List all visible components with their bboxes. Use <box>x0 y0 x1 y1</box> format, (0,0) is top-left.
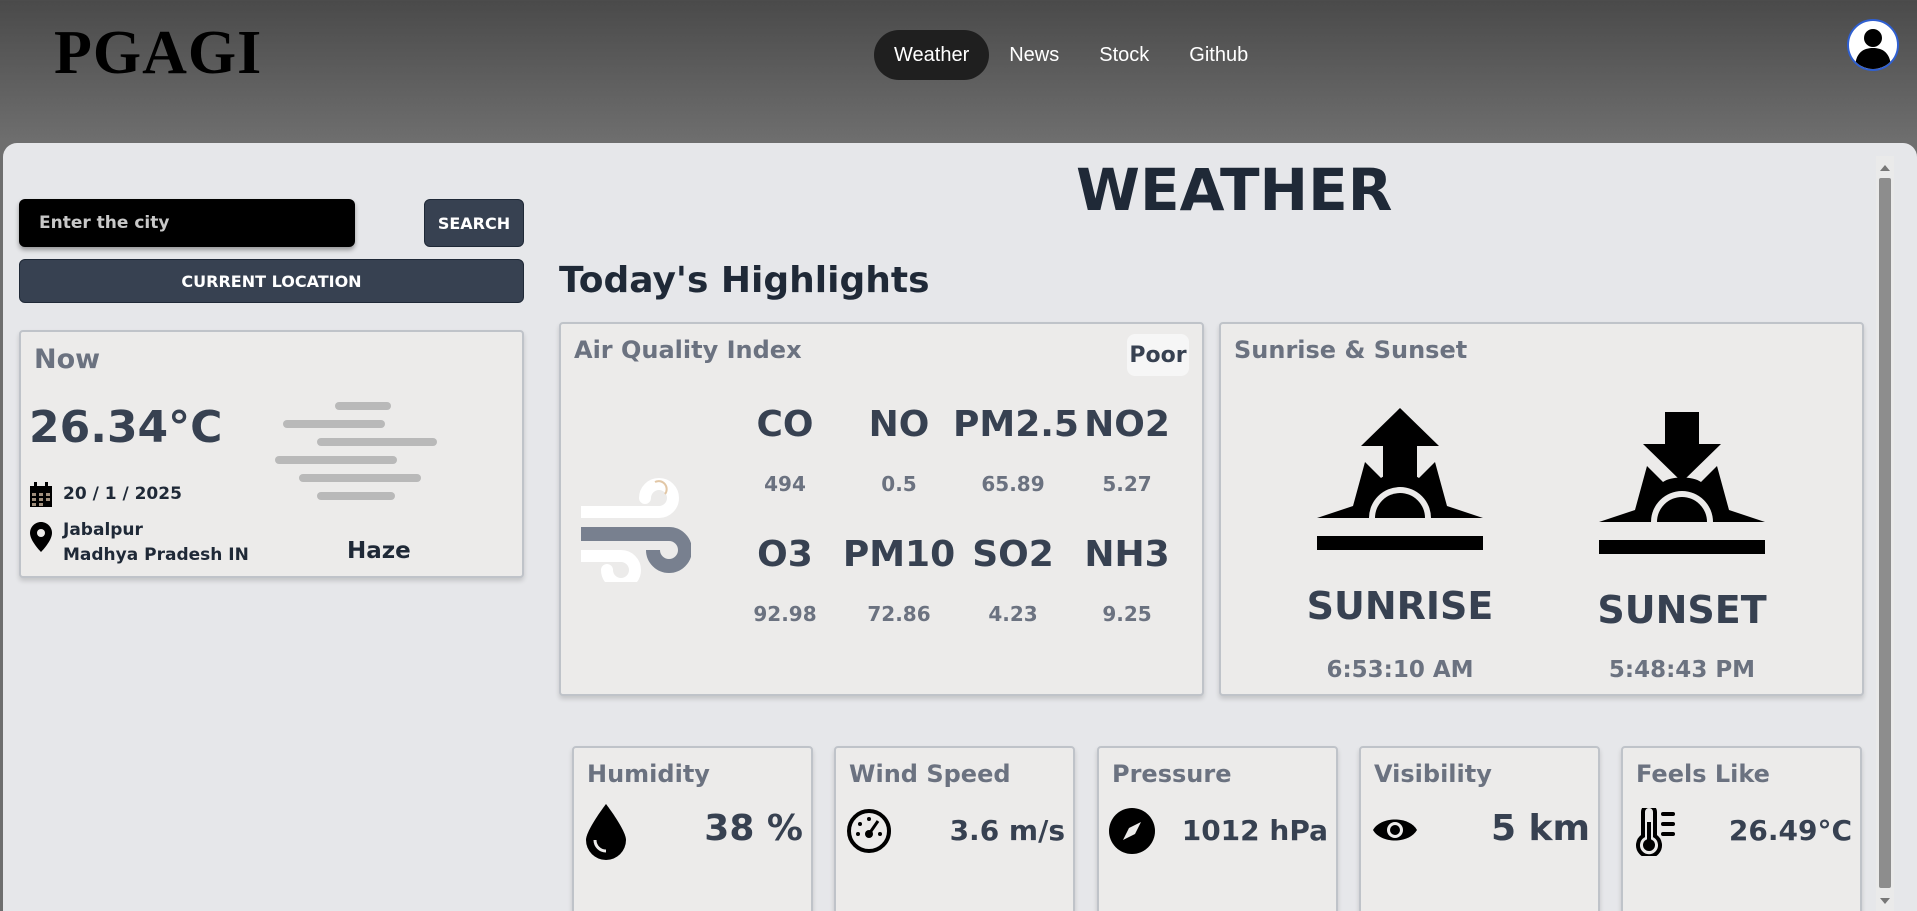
page-title: WEATHER <box>1076 156 1393 224</box>
visibility-card: Visibility 5 km <box>1359 746 1600 911</box>
location-text: Jabalpur Madhya Pradesh IN <box>63 518 249 568</box>
pollutant-co-name: CO <box>756 404 814 445</box>
wind-speed-card: Wind Speed 3.6 m/s <box>834 746 1075 911</box>
current-temperature: 26.34°C <box>29 402 223 453</box>
sunrise-icon <box>1317 408 1483 556</box>
pollutant-so2-value: 4.23 <box>988 602 1038 626</box>
vertical-scrollbar[interactable] <box>1876 156 1894 911</box>
visibility-title: Visibility <box>1374 760 1492 788</box>
feels-like-value: 26.49°C <box>1728 814 1852 847</box>
scroll-up-arrow-icon[interactable] <box>1880 165 1890 171</box>
visibility-value: 5 km <box>1490 808 1590 849</box>
wind-icon <box>575 472 692 590</box>
pollutant-pm10-value: 72.86 <box>867 602 931 626</box>
air-quality-card: Air Quality Index Poor CO NO PM2.5 NO2 4… <box>559 322 1204 696</box>
nav-news[interactable]: News <box>989 30 1079 80</box>
nav-stock[interactable]: Stock <box>1079 30 1169 80</box>
pollutant-nh3-value: 9.25 <box>1102 602 1152 626</box>
current-location-button[interactable]: CURRENT LOCATION <box>19 259 524 303</box>
city-name: Jabalpur <box>63 520 143 540</box>
eye-icon <box>1373 814 1417 850</box>
now-card: Now 26.34°C 20 / 1 / 2025 Jabalpur Madhy… <box>19 330 524 578</box>
aqi-title: Air Quality Index <box>574 336 802 364</box>
thermometer-icon <box>1635 804 1681 860</box>
sun-card-title: Sunrise & Sunset <box>1234 336 1468 364</box>
sunset-time: 5:48:43 PM <box>1608 657 1756 683</box>
pollutant-pm10-name: PM10 <box>842 534 956 575</box>
pollutant-so2-name: SO2 <box>972 534 1054 575</box>
user-avatar-icon[interactable] <box>1847 19 1899 71</box>
droplet-icon <box>586 804 626 864</box>
feels-like-title: Feels Like <box>1636 760 1770 788</box>
compass-icon <box>1109 808 1155 858</box>
gauge-icon <box>846 808 892 858</box>
location-pin-icon <box>30 522 52 556</box>
pressure-card: Pressure 1012 hPa <box>1097 746 1338 911</box>
main-nav: Weather News Stock Github <box>874 30 1268 80</box>
city-search-input[interactable] <box>19 199 355 247</box>
pressure-title: Pressure <box>1112 760 1232 788</box>
pollutant-nh3-name: NH3 <box>1084 534 1170 575</box>
pollutant-co-value: 494 <box>764 472 806 496</box>
now-title: Now <box>34 344 101 375</box>
calendar-icon <box>29 482 53 512</box>
sunrise-time: 6:53:10 AM <box>1326 657 1474 683</box>
current-date: 20 / 1 / 2025 <box>63 484 182 504</box>
region-name: Madhya Pradesh IN <box>63 545 249 565</box>
pollutant-no-name: NO <box>868 404 930 445</box>
feels-like-card: Feels Like 26.49°C <box>1621 746 1862 911</box>
scrollbar-thumb[interactable] <box>1879 178 1891 888</box>
pollutant-no-value: 0.5 <box>881 472 917 496</box>
haze-icon <box>275 402 445 512</box>
pollutant-o3-name: O3 <box>757 534 813 575</box>
scroll-down-arrow-icon[interactable] <box>1880 898 1890 904</box>
humidity-title: Humidity <box>587 760 710 788</box>
pressure-value: 1012 hPa <box>1181 814 1328 847</box>
wind-speed-value: 3.6 m/s <box>949 814 1065 847</box>
pollutant-pm25-name: PM2.5 <box>953 404 1079 445</box>
search-button[interactable]: SEARCH <box>424 199 524 247</box>
sunset-label: SUNSET <box>1597 588 1767 632</box>
sunset-icon <box>1599 412 1765 560</box>
pollutant-o3-value: 92.98 <box>753 602 817 626</box>
sunrise-sunset-card: Sunrise & Sunset SUNRISE 6:53:10 AM SUNS… <box>1219 322 1864 696</box>
top-bar: PGAGI Weather News Stock Github <box>0 0 1917 143</box>
nav-weather[interactable]: Weather <box>874 30 990 80</box>
humidity-value: 38 % <box>704 808 803 849</box>
pollutant-pm25-value: 65.89 <box>981 472 1045 496</box>
pollutant-no2-value: 5.27 <box>1102 472 1152 496</box>
nav-github[interactable]: Github <box>1169 30 1268 80</box>
wind-speed-title: Wind Speed <box>849 760 1011 788</box>
sunrise-label: SUNRISE <box>1306 584 1494 628</box>
aqi-status-badge: Poor <box>1127 334 1189 376</box>
app-logo[interactable]: PGAGI <box>54 18 262 89</box>
pollutant-no2-name: NO2 <box>1084 404 1170 445</box>
weather-condition: Haze <box>347 538 411 564</box>
humidity-card: Humidity 38 % <box>572 746 813 911</box>
highlights-title: Today's Highlights <box>559 260 930 301</box>
